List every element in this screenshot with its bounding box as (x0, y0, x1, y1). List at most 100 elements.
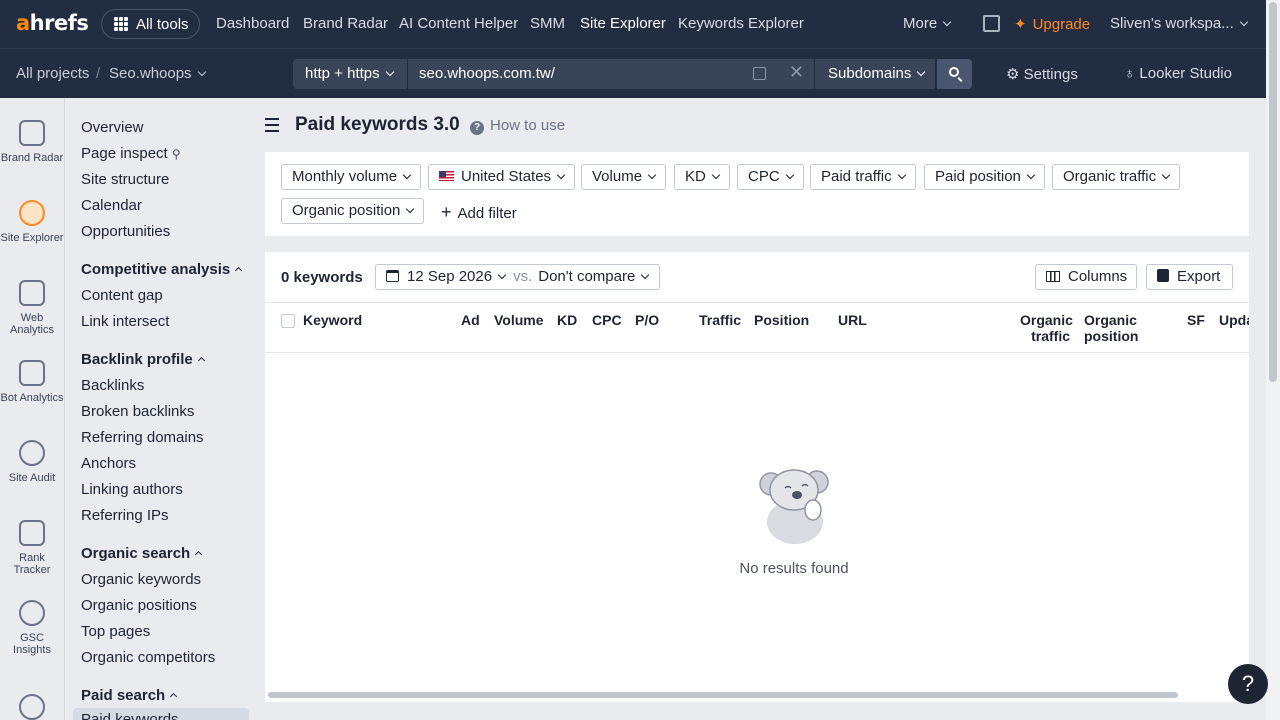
col-sf[interactable]: SF (1187, 312, 1205, 328)
gsc-insights-icon (19, 600, 45, 626)
nav-keywords-explorer[interactable]: Keywords Explorer (678, 15, 804, 32)
sidebar-item-content-gap[interactable]: Content gap (81, 287, 163, 304)
col-organic-traffic[interactable]: Organic traffic (1020, 312, 1073, 344)
search-button[interactable] (937, 59, 972, 89)
web-analytics-icon (19, 280, 45, 306)
sidebar-item-anchors[interactable]: Anchors (81, 455, 136, 472)
sidebar-item-site-structure[interactable]: Site structure (81, 171, 169, 188)
col-keyword[interactable]: Keyword (303, 312, 362, 328)
sidebar-item-referring-domains[interactable]: Referring domains (81, 429, 204, 446)
site-explorer-icon (19, 200, 45, 226)
col-label: Organic (1020, 312, 1073, 328)
nav-ai-content-helper[interactable]: AI Content Helper (399, 15, 518, 32)
filter-organic-traffic[interactable]: Organic traffic (1052, 164, 1181, 190)
rail-web-analytics[interactable]: Web Analytics (0, 280, 64, 336)
col-url[interactable]: URL (838, 312, 867, 328)
open-external-icon[interactable] (753, 67, 766, 80)
sidebar-item-opportunities[interactable]: Opportunities (81, 223, 170, 240)
chevron-down-icon (711, 170, 721, 180)
sidebar-item-linking-authors[interactable]: Linking authors (81, 481, 183, 498)
target-url-input[interactable]: seo.whoops.com.tw/ ✕ (408, 59, 814, 89)
scrollbar-thumb[interactable] (268, 692, 1178, 698)
scope-select[interactable]: Subdomains (815, 59, 935, 89)
date-compare-selector[interactable]: 12 Sep 2026 vs. Don't compare (375, 264, 660, 290)
scrollbar-thumb[interactable] (1269, 2, 1277, 382)
horizontal-scrollbar[interactable] (265, 690, 1249, 700)
sidebar-item-page-inspect[interactable]: Page inspect ⚲ (81, 145, 181, 162)
rail-settings[interactable] (0, 694, 64, 720)
nav-site-explorer[interactable]: Site Explorer (580, 15, 666, 32)
nav-more[interactable]: More (903, 15, 952, 32)
add-filter-button[interactable]: + Add filter (441, 202, 517, 223)
sidebar-section-backlink[interactable]: Backlink profile (81, 351, 205, 368)
settings-link[interactable]: ⚙ Settings (1006, 65, 1078, 83)
sidebar-item-paid-keywords[interactable]: Paid keywords (81, 711, 179, 720)
filter-kd[interactable]: KD (674, 164, 730, 190)
all-tools-button[interactable]: All tools (101, 9, 200, 39)
rail-bot-analytics[interactable]: Bot Analytics (0, 360, 64, 404)
nav-smm[interactable]: SMM (530, 15, 565, 32)
how-to-use-link[interactable]: ? How to use (470, 117, 565, 135)
workspace-menu[interactable]: Sliven's workspa... (1110, 15, 1248, 32)
filter-label: KD (685, 168, 706, 185)
sidebar-item-overview[interactable]: Overview (81, 119, 144, 136)
nav-brand-radar[interactable]: Brand Radar (303, 15, 388, 32)
chevron-down-icon (917, 67, 926, 77)
gear-icon (19, 694, 45, 720)
project-selector[interactable]: Seo.whoops (109, 65, 206, 82)
clear-icon[interactable]: ✕ (789, 62, 804, 83)
protocol-select[interactable]: http + https (293, 59, 407, 89)
col-position[interactable]: Position (754, 312, 809, 328)
rail-rank-tracker[interactable]: Rank Tracker (0, 520, 64, 576)
sidebar-item-referring-ips[interactable]: Referring IPs (81, 507, 169, 524)
filter-paid-traffic[interactable]: Paid traffic (810, 164, 916, 190)
filter-monthly-volume[interactable]: Monthly volume (281, 164, 422, 190)
help-button[interactable]: ? (1228, 664, 1268, 704)
col-kd[interactable]: KD (557, 312, 577, 328)
export-icon (1157, 269, 1169, 282)
col-updated[interactable]: Upda (1219, 312, 1249, 328)
filter-organic-position[interactable]: Organic position (281, 198, 425, 224)
sidebar-item-calendar[interactable]: Calendar (81, 197, 142, 214)
filter-label: Volume (592, 168, 643, 185)
sidebar-section-organic[interactable]: Organic search (81, 545, 203, 562)
tablet-icon[interactable] (983, 15, 1000, 32)
col-cpc[interactable]: CPC (592, 312, 622, 328)
sidebar-section-competitive[interactable]: Competitive analysis (81, 261, 243, 278)
rail-brand-radar[interactable]: Brand Radar (0, 120, 64, 164)
upgrade-link[interactable]: ✦ Upgrade (1014, 15, 1090, 33)
columns-button[interactable]: Columns (1035, 264, 1137, 290)
col-po[interactable]: P/O (635, 312, 659, 328)
sidebar-item-link-intersect[interactable]: Link intersect (81, 313, 169, 330)
sidebar-item-top-pages[interactable]: Top pages (81, 623, 150, 640)
sidebar-section-paid[interactable]: Paid search (81, 687, 178, 704)
sidebar-item-backlinks[interactable]: Backlinks (81, 377, 144, 394)
vertical-scrollbar[interactable] (1266, 0, 1280, 720)
sidebar-item-broken-backlinks[interactable]: Broken backlinks (81, 403, 194, 420)
filter-volume[interactable]: Volume (581, 164, 667, 190)
sidebar-item-organic-competitors[interactable]: Organic competitors (81, 649, 215, 666)
filter-paid-position[interactable]: Paid position (924, 164, 1045, 190)
all-projects-link[interactable]: All projects (16, 65, 89, 82)
looker-studio-link[interactable]: ♁ Looker Studio (1124, 65, 1232, 82)
export-button[interactable]: Export (1146, 264, 1233, 290)
chevron-down-icon (647, 170, 657, 180)
rail-site-explorer[interactable]: Site Explorer (0, 200, 64, 244)
keyword-count: 0 keywords (281, 269, 363, 286)
filter-country[interactable]: United States (428, 164, 576, 190)
col-organic-position[interactable]: Organic position (1084, 312, 1138, 344)
filter-cpc[interactable]: CPC (737, 164, 804, 190)
col-traffic[interactable]: Traffic (699, 312, 741, 328)
col-volume[interactable]: Volume (494, 312, 544, 328)
rail-site-audit[interactable]: Site Audit (0, 440, 64, 484)
menu-icon[interactable] (265, 118, 279, 136)
nav-dashboard[interactable]: Dashboard (216, 15, 289, 32)
section-label: Organic search (81, 545, 191, 562)
table-header: Keyword Ad Volume KD CPC P/O Traffic Pos… (265, 302, 1249, 353)
ahrefs-logo[interactable]: ahrefs (16, 11, 89, 35)
sidebar-item-organic-positions[interactable]: Organic positions (81, 597, 197, 614)
rail-gsc-insights[interactable]: GSC Insights (0, 600, 64, 656)
col-ad[interactable]: Ad (461, 312, 480, 328)
select-all-checkbox[interactable] (281, 314, 295, 328)
sidebar-item-organic-keywords[interactable]: Organic keywords (81, 571, 201, 588)
